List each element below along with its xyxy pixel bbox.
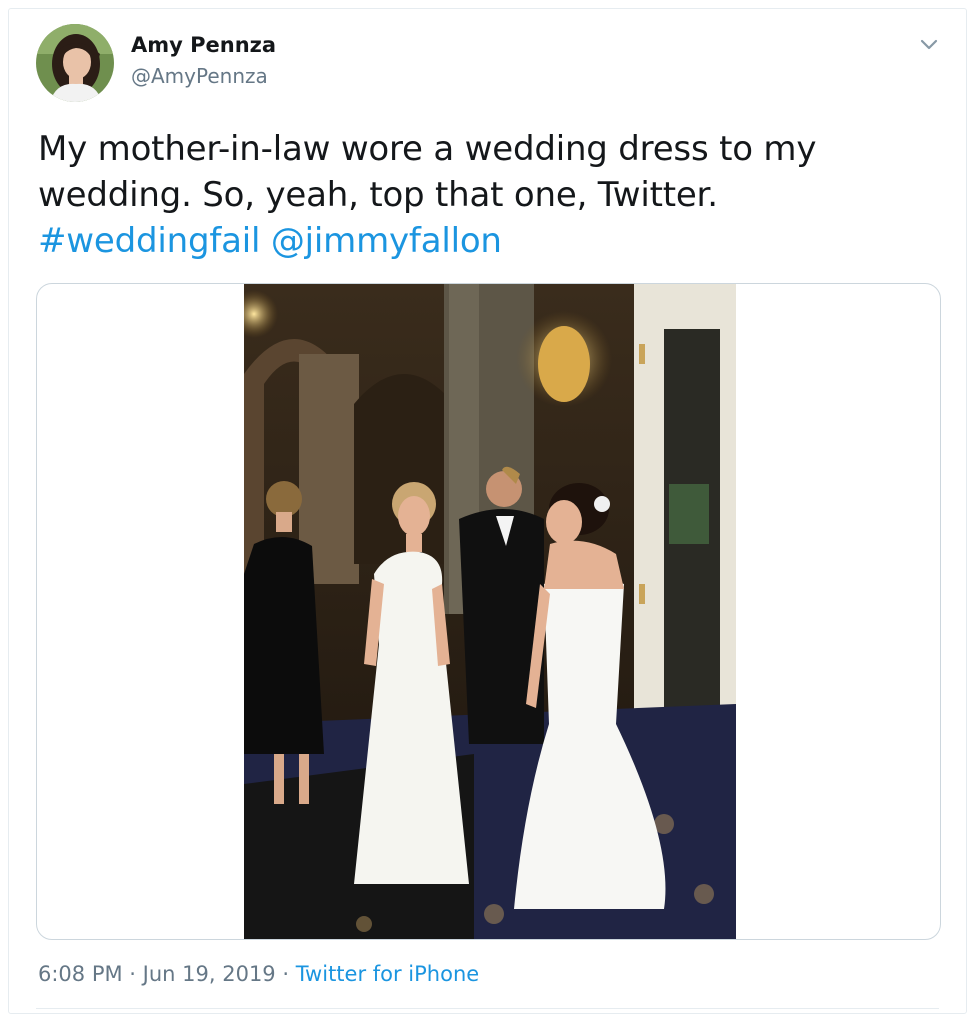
author-handle[interactable]: @AmyPennza [131, 64, 268, 88]
avatar[interactable] [36, 24, 114, 102]
tweet-date[interactable]: Jun 19, 2019 [143, 962, 276, 986]
wedding-photo[interactable] [244, 284, 736, 939]
divider [36, 1008, 939, 1009]
tweet-body: My mother-in-law wore a wedding dress to… [38, 129, 817, 215]
tweet-source-link[interactable]: Twitter for iPhone [296, 962, 480, 986]
meta-separator-2: · [275, 962, 296, 986]
author-name[interactable]: Amy Pennza [131, 33, 276, 57]
media-container[interactable] [36, 283, 941, 940]
meta-separator: · [122, 962, 143, 986]
hashtag-link[interactable]: #weddingfail [38, 221, 260, 261]
chevron-down-icon[interactable] [914, 30, 944, 60]
tweet-meta: 6:08 PM · Jun 19, 2019 · Twitter for iPh… [38, 962, 479, 986]
tweet-time[interactable]: 6:08 PM [38, 962, 123, 986]
mention-link[interactable]: @jimmyfallon [271, 221, 502, 261]
tweet-text: My mother-in-law wore a wedding dress to… [38, 126, 918, 264]
